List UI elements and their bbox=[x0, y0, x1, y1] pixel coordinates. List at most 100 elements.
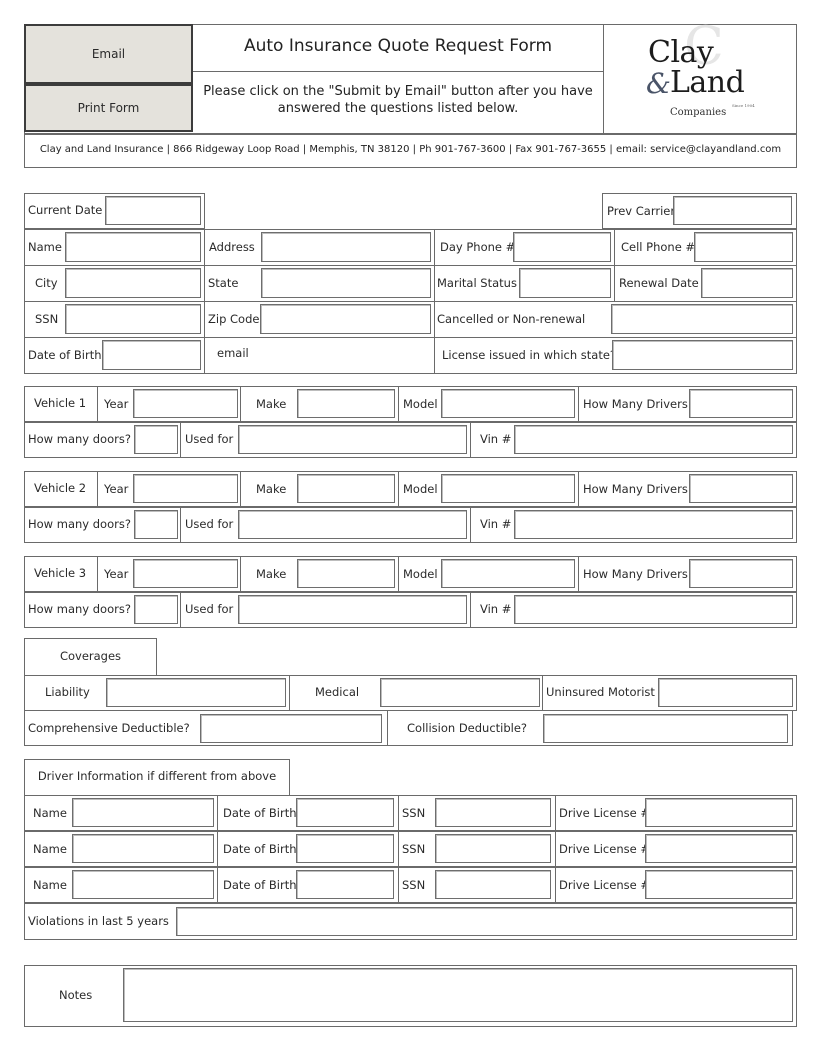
vehicle-2-used-for-input[interactable] bbox=[238, 510, 467, 539]
medical-input[interactable] bbox=[380, 678, 540, 707]
col-divider bbox=[217, 831, 218, 867]
dob-input[interactable] bbox=[102, 340, 201, 370]
vehicle-1-drivers-input[interactable] bbox=[689, 389, 793, 418]
vehicle-3-make-label: Make bbox=[256, 567, 287, 581]
address-input[interactable] bbox=[261, 232, 431, 262]
zip-code-input[interactable] bbox=[260, 304, 431, 334]
instructions-text: Please click on the "Submit by Email" bu… bbox=[203, 84, 593, 116]
marital-status-input[interactable] bbox=[519, 268, 611, 298]
vehicle-3-used-for-input[interactable] bbox=[238, 595, 467, 624]
vehicle-2-model-input[interactable] bbox=[441, 474, 575, 503]
drivers-title: Driver Information if different from abo… bbox=[37, 769, 277, 783]
logo-since-text: Since 1904 bbox=[732, 103, 755, 108]
company-address: Clay and Land Insurance | 866 Ridgeway L… bbox=[39, 144, 782, 155]
name-label: Name bbox=[28, 240, 62, 254]
email-label: email bbox=[217, 346, 249, 360]
coverages-title: Coverages bbox=[59, 649, 122, 663]
name-input[interactable] bbox=[65, 232, 201, 262]
vehicle-2-year-input[interactable] bbox=[133, 474, 238, 503]
comprehensive-input[interactable] bbox=[200, 714, 382, 743]
driver-2-dob-input[interactable] bbox=[296, 834, 394, 863]
dob-label: Date of Birth bbox=[28, 348, 102, 362]
driver-2-dob-label: Date of Birth bbox=[223, 842, 297, 856]
vehicle-3-model-input[interactable] bbox=[441, 559, 575, 588]
vehicle-2-doors-input[interactable] bbox=[134, 510, 178, 539]
cancelled-label: Cancelled or Non-renewal bbox=[437, 312, 586, 326]
driver-3-ssn-input[interactable] bbox=[435, 870, 551, 899]
liability-label: Liability bbox=[45, 685, 90, 699]
ssn-input[interactable] bbox=[65, 304, 201, 334]
driver-2-name-input[interactable] bbox=[72, 834, 214, 863]
driver-1-license-input[interactable] bbox=[645, 798, 793, 827]
driver-2-license-input[interactable] bbox=[645, 834, 793, 863]
vehicle-3-doors-input[interactable] bbox=[134, 595, 178, 624]
vehicle-1-year-input[interactable] bbox=[133, 389, 238, 418]
vehicle-1-model-input[interactable] bbox=[441, 389, 575, 418]
driver-3-license-input[interactable] bbox=[645, 870, 793, 899]
driver-2-ssn-input[interactable] bbox=[435, 834, 551, 863]
col-divider bbox=[240, 386, 241, 422]
vehicle-2-drivers-input[interactable] bbox=[689, 474, 793, 503]
cell-phone-input[interactable] bbox=[694, 232, 793, 262]
driver-3-dob-label: Date of Birth bbox=[223, 878, 297, 892]
notes-input[interactable] bbox=[123, 968, 793, 1022]
col-divider bbox=[398, 867, 399, 903]
zip-code-label: Zip Code bbox=[208, 312, 260, 326]
logo-land-text: Land bbox=[670, 65, 745, 100]
driver-3-dob-input[interactable] bbox=[296, 870, 394, 899]
vehicle-3-vin-input[interactable] bbox=[514, 595, 793, 624]
cancelled-input[interactable] bbox=[611, 304, 793, 334]
vehicle-1-drivers-label: How Many Drivers bbox=[583, 397, 688, 411]
medical-label: Medical bbox=[315, 685, 360, 699]
driver-1-ssn-label: SSN bbox=[402, 806, 426, 820]
license-state-input[interactable] bbox=[612, 340, 793, 370]
uninsured-input[interactable] bbox=[658, 678, 793, 707]
col-divider bbox=[555, 831, 556, 867]
vehicle-1-doors-input[interactable] bbox=[134, 425, 178, 454]
city-input[interactable] bbox=[65, 268, 201, 298]
driver-1-license-label: Drive License # bbox=[559, 806, 650, 820]
vehicle-3-vin-label: Vin # bbox=[480, 602, 512, 616]
vehicle-1-year-label: Year bbox=[104, 397, 129, 411]
collision-input[interactable] bbox=[543, 714, 788, 743]
prev-carrier-label: Prev Carrier bbox=[607, 204, 676, 218]
day-phone-input[interactable] bbox=[513, 232, 611, 262]
driver-1-dob-label: Date of Birth bbox=[223, 806, 297, 820]
col-divider bbox=[180, 592, 181, 628]
state-input[interactable] bbox=[261, 268, 431, 298]
vehicle-1-make-input[interactable] bbox=[297, 389, 395, 418]
day-phone-label: Day Phone # bbox=[440, 240, 516, 254]
print-form-button[interactable]: Print Form bbox=[24, 84, 193, 132]
uninsured-label: Uninsured Motorist bbox=[546, 685, 655, 699]
vehicle-3-year-input[interactable] bbox=[133, 559, 238, 588]
vehicle-2-vin-input[interactable] bbox=[514, 510, 793, 539]
vehicle-2-year-label: Year bbox=[104, 482, 129, 496]
prev-carrier-input[interactable] bbox=[673, 196, 792, 225]
liability-input[interactable] bbox=[106, 678, 286, 707]
comprehensive-label: Comprehensive Deductible? bbox=[28, 721, 190, 735]
vehicle-2-make-input[interactable] bbox=[297, 474, 395, 503]
vehicle-3-drivers-label: How Many Drivers bbox=[583, 567, 688, 581]
email-button[interactable]: Email bbox=[24, 24, 193, 84]
renewal-date-input[interactable] bbox=[701, 268, 793, 298]
driver-1-dob-input[interactable] bbox=[296, 798, 394, 827]
vehicle-3-title: Vehicle 3 bbox=[34, 566, 87, 580]
driver-1-name-input[interactable] bbox=[72, 798, 214, 827]
vehicle-3-make-input[interactable] bbox=[297, 559, 395, 588]
violations-input[interactable] bbox=[176, 907, 793, 936]
current-date-input[interactable] bbox=[105, 196, 201, 225]
vehicle-1-used-for-input[interactable] bbox=[238, 425, 467, 454]
vehicle-1-vin-input[interactable] bbox=[514, 425, 793, 454]
notes-label: Notes bbox=[59, 988, 93, 1002]
state-label: State bbox=[208, 276, 239, 290]
vehicle-2-title: Vehicle 2 bbox=[34, 481, 87, 495]
driver-1-ssn-input[interactable] bbox=[435, 798, 551, 827]
col-divider bbox=[240, 556, 241, 592]
driver-3-name-input[interactable] bbox=[72, 870, 214, 899]
col-divider bbox=[542, 675, 543, 711]
vehicle-3-drivers-input[interactable] bbox=[689, 559, 793, 588]
driver-2-ssn-label: SSN bbox=[402, 842, 426, 856]
vehicle-2-used-for-label: Used for bbox=[185, 517, 234, 531]
col-divider bbox=[470, 592, 471, 628]
license-state-label: License issued in which state? bbox=[442, 348, 617, 362]
